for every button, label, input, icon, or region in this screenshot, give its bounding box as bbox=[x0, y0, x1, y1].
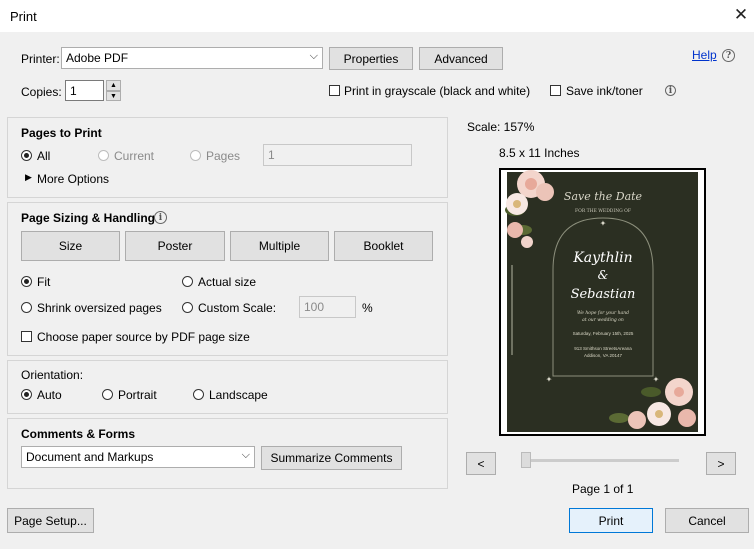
card-amp-text: & bbox=[598, 268, 609, 282]
sizing-info-icon[interactable]: i bbox=[154, 211, 167, 224]
multiple-button[interactable]: Multiple bbox=[230, 231, 329, 261]
booklet-button[interactable]: Booklet bbox=[334, 231, 433, 261]
custom-scale-value: 100 bbox=[304, 300, 325, 314]
fit-radio[interactable] bbox=[21, 276, 32, 287]
auto-orientation-radio[interactable] bbox=[21, 389, 32, 400]
card-subheading-text: FOR THE WEDDING OF bbox=[575, 208, 631, 214]
copies-up-button[interactable]: ▲ bbox=[106, 80, 121, 91]
printer-label: Printer: bbox=[21, 52, 60, 66]
page-slider-track[interactable] bbox=[523, 459, 679, 462]
orientation-title: Orientation: bbox=[21, 368, 84, 382]
card-address1-text: 913 Smithson StreetsAreana bbox=[574, 346, 632, 351]
grayscale-label: Print in grayscale (black and white) bbox=[344, 84, 531, 98]
custom-scale-radio[interactable] bbox=[182, 302, 193, 313]
next-page-button[interactable]: > bbox=[706, 452, 736, 475]
sparkle-icon: ✦ bbox=[600, 219, 607, 228]
page-preview: Save the Date FOR THE WEDDING OF ✦ Kayth… bbox=[499, 168, 706, 436]
paper-size-label: 8.5 x 11 Inches bbox=[499, 146, 580, 160]
shrink-oversized-radio[interactable] bbox=[21, 302, 32, 313]
card-name1-text: Kaythlin bbox=[572, 250, 632, 266]
chevron-down-icon: ⌵ bbox=[241, 449, 250, 461]
choose-paper-source-checkbox[interactable] bbox=[21, 331, 32, 342]
fit-label: Fit bbox=[37, 275, 51, 289]
actual-size-label: Actual size bbox=[198, 275, 257, 289]
poster-button[interactable]: Poster bbox=[125, 231, 225, 261]
comments-forms-value: Document and Markups bbox=[26, 450, 154, 464]
size-button[interactable]: Size bbox=[21, 231, 120, 261]
current-page-label: Current bbox=[114, 149, 155, 163]
pages-range-label: Pages bbox=[206, 149, 241, 163]
page-info-label: Page 1 of 1 bbox=[572, 482, 634, 496]
card-invite1-text: We hope for your hand bbox=[577, 310, 629, 316]
save-ink-checkbox[interactable] bbox=[550, 85, 561, 96]
card-address2-text: Addison, VA 20147 bbox=[584, 353, 622, 358]
card-date-text: Saturday, February 15th, 2025 bbox=[573, 331, 634, 336]
card-heading-text: Save the Date bbox=[564, 190, 643, 203]
title-bar bbox=[0, 0, 754, 32]
page-slider-thumb[interactable] bbox=[521, 452, 531, 468]
portrait-label: Portrait bbox=[118, 388, 157, 402]
auto-orientation-label: Auto bbox=[37, 388, 62, 402]
choose-paper-source-label: Choose paper source by PDF page size bbox=[37, 330, 250, 344]
actual-size-radio[interactable] bbox=[182, 276, 193, 287]
pages-to-print-title: Pages to Print bbox=[21, 126, 102, 140]
all-pages-label: All bbox=[37, 149, 51, 163]
cancel-button[interactable]: Cancel bbox=[665, 508, 749, 533]
chevron-down-icon: ⌵ bbox=[309, 50, 318, 62]
shrink-oversized-label: Shrink oversized pages bbox=[37, 301, 162, 315]
page-sizing-title: Page Sizing & Handling bbox=[21, 211, 156, 225]
copies-value: 1 bbox=[70, 83, 77, 98]
copies-input[interactable]: 1 bbox=[65, 80, 104, 101]
copies-down-button[interactable]: ▼ bbox=[106, 91, 121, 101]
side-text-strip bbox=[511, 265, 513, 355]
landscape-radio[interactable] bbox=[193, 389, 204, 400]
close-icon[interactable]: ✕ bbox=[733, 5, 749, 25]
sparkle-icon: ✦ bbox=[546, 375, 553, 384]
current-page-radio[interactable] bbox=[98, 150, 109, 161]
percent-label: % bbox=[362, 301, 373, 315]
landscape-label: Landscape bbox=[209, 388, 268, 402]
sparkle-icon: ✦ bbox=[653, 375, 660, 384]
pages-range-input[interactable]: 1 bbox=[263, 144, 412, 166]
grayscale-checkbox[interactable] bbox=[329, 85, 340, 96]
printer-select-value: Adobe PDF bbox=[66, 51, 129, 65]
printer-select[interactable]: Adobe PDF ⌵ bbox=[61, 47, 323, 69]
custom-scale-input[interactable]: 100 bbox=[299, 296, 356, 318]
info-icon[interactable]: i bbox=[665, 85, 676, 96]
expand-triangle-icon[interactable]: ▶ bbox=[25, 172, 32, 183]
advanced-button[interactable]: Advanced bbox=[419, 47, 503, 70]
portrait-radio[interactable] bbox=[102, 389, 113, 400]
card-name2-text: Sebastian bbox=[571, 287, 636, 302]
help-link[interactable]: Help bbox=[692, 48, 717, 62]
save-ink-label: Save ink/toner bbox=[566, 84, 643, 98]
comments-forms-title: Comments & Forms bbox=[21, 427, 136, 441]
custom-scale-label: Custom Scale: bbox=[198, 301, 277, 315]
copies-label: Copies: bbox=[21, 85, 62, 99]
all-pages-radio[interactable] bbox=[21, 150, 32, 161]
pages-range-radio[interactable] bbox=[190, 150, 201, 161]
page-setup-button[interactable]: Page Setup... bbox=[7, 508, 94, 533]
wedding-invitation-thumbnail: Save the Date FOR THE WEDDING OF ✦ Kayth… bbox=[505, 170, 698, 432]
pages-range-value: 1 bbox=[268, 148, 275, 162]
previous-page-button[interactable]: < bbox=[466, 452, 496, 475]
card-invite2-text: at our wedding on bbox=[582, 317, 624, 323]
help-question-icon[interactable]: ? bbox=[722, 49, 735, 62]
scale-readout: Scale: 157% bbox=[467, 120, 535, 134]
properties-button[interactable]: Properties bbox=[329, 47, 413, 70]
more-options-link[interactable]: More Options bbox=[37, 172, 109, 186]
comments-forms-select[interactable]: Document and Markups ⌵ bbox=[21, 446, 255, 468]
summarize-comments-button[interactable]: Summarize Comments bbox=[261, 446, 402, 470]
print-button[interactable]: Print bbox=[569, 508, 653, 533]
window-title: Print bbox=[10, 9, 37, 24]
